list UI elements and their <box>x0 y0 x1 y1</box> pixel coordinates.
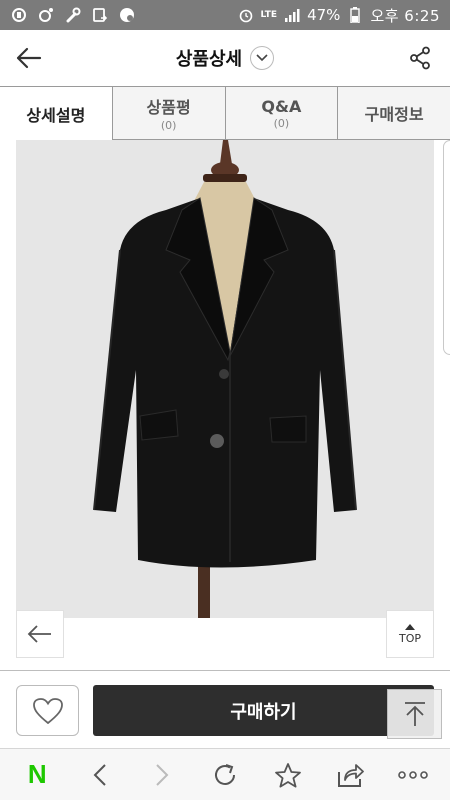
tab-description[interactable]: 상세설명 <box>0 86 112 140</box>
title-dropdown-button[interactable] <box>250 46 275 70</box>
chat-icon <box>37 6 55 24</box>
back-icon <box>93 763 106 786</box>
screen-mirror-icon <box>91 6 109 24</box>
share-icon <box>410 46 430 70</box>
back-button[interactable] <box>14 43 44 73</box>
more-icon <box>397 770 428 779</box>
wrench-icon <box>64 6 82 24</box>
status-notification-icons <box>10 6 136 24</box>
star-icon <box>274 762 301 787</box>
browser-more-button[interactable] <box>389 753 437 797</box>
share-icon <box>338 763 364 787</box>
title-wrap: 상품상세 <box>175 45 275 71</box>
caret-up-icon <box>405 623 415 630</box>
arrow-left-icon <box>16 47 42 69</box>
tab-purchase-info[interactable]: 구매정보 <box>337 86 450 140</box>
browser-bookmark-button[interactable] <box>264 753 312 797</box>
share-button[interactable] <box>406 43 434 73</box>
chevron-down-icon <box>256 54 268 62</box>
tab-count: (0) <box>273 116 290 130</box>
page-title: 상품상세 <box>175 49 243 70</box>
browser-refresh-button[interactable] <box>201 753 249 797</box>
top-label: TOP <box>398 631 421 645</box>
battery-percent: 47% <box>307 6 341 24</box>
prev-button[interactable] <box>16 610 64 658</box>
scroll-top-button[interactable] <box>387 689 442 739</box>
browser-back-button[interactable] <box>76 753 124 797</box>
tab-label: 구매정보 <box>364 105 424 124</box>
clock: 오후 6:25 <box>370 6 440 25</box>
alarm-icon <box>237 6 255 24</box>
arrow-up-bar-icon <box>404 702 425 726</box>
tab-qna[interactable]: Q&A (0) <box>224 86 338 140</box>
arrow-left-icon <box>27 625 51 643</box>
side-scroll-handle[interactable] <box>443 140 450 355</box>
browser-forward-button[interactable] <box>138 753 186 797</box>
tab-count: (0) <box>160 119 177 132</box>
naver-logo: N <box>27 759 47 789</box>
tab-reviews[interactable]: 상품평 (0) <box>111 86 225 140</box>
tab-label: 상세설명 <box>26 105 86 125</box>
cloud-icon <box>118 6 136 24</box>
buy-button[interactable]: 구매하기 <box>93 685 434 736</box>
heart-icon <box>32 697 63 724</box>
top-button[interactable]: TOP <box>386 610 434 658</box>
tab-label: 상품평 <box>146 98 191 117</box>
refresh-icon <box>214 763 235 785</box>
browser-share-button[interactable] <box>326 753 374 797</box>
browser-toolbar: N <box>0 748 450 800</box>
product-image <box>16 140 434 618</box>
signal-icon <box>283 6 301 24</box>
status-bar: LTE 47% 오후 6:25 <box>0 0 450 30</box>
network-type: LTE <box>260 10 278 20</box>
blazer-illustration <box>93 140 357 618</box>
tab-label: Q&A <box>261 96 302 116</box>
page-header: 상품상세 <box>0 30 450 86</box>
status-system-icons: LTE 47% 오후 6:25 <box>237 5 440 26</box>
sync-icon <box>10 6 28 24</box>
forward-icon <box>156 763 169 786</box>
naver-home-button[interactable]: N <box>13 753 61 797</box>
buy-bar: 구매하기 <box>0 670 450 748</box>
wishlist-button[interactable] <box>16 685 79 736</box>
detail-tabs: 상세설명 상품평 (0) Q&A (0) 구매정보 <box>0 86 450 140</box>
battery-icon <box>346 6 364 24</box>
